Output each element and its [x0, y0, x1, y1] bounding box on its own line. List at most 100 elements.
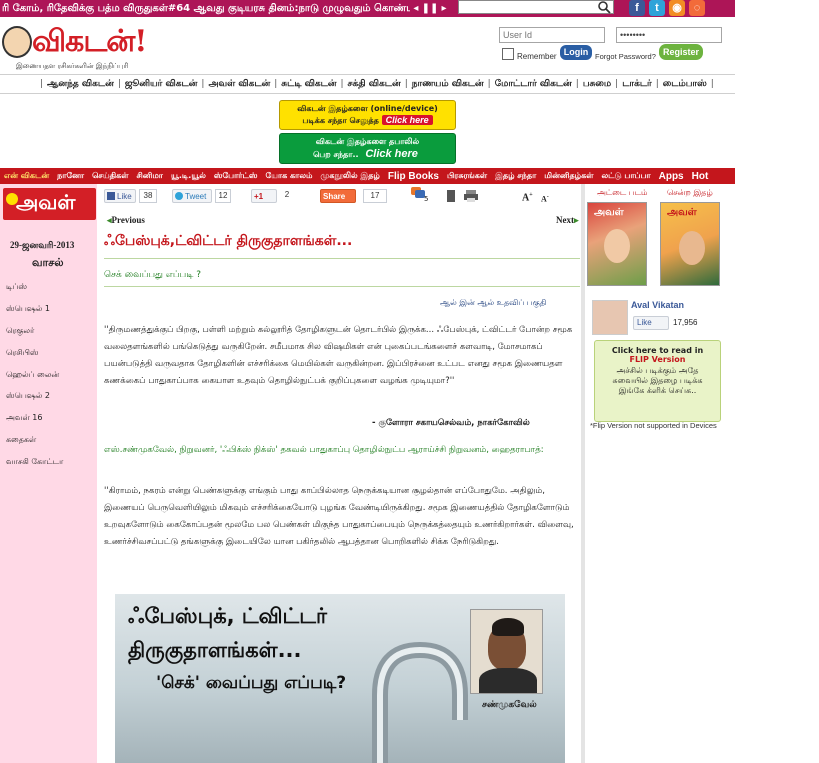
fb-page-like-button[interactable]: Like	[633, 316, 669, 330]
print-icon[interactable]	[463, 189, 479, 203]
login-button[interactable]: Login	[560, 45, 592, 60]
search-icon[interactable]	[597, 0, 611, 14]
logo-tagline: இணையதள ரசிகர்களின் இந்நிப்புரி	[16, 62, 129, 70]
nav-item[interactable]: பிரசுரங்கள்	[443, 171, 491, 181]
flip-version-promo[interactable]: Click here to read in FLIP Version அச்சி…	[594, 340, 721, 422]
aval-logo-text[interactable]: அவள்	[16, 190, 75, 217]
nav-item[interactable]: இதழ் சந்தா	[491, 171, 540, 181]
main-nav: என் விகடன் நானோ செய்திகள் சினிமா யூ.டி.ய…	[0, 168, 735, 184]
fb-page-name[interactable]: Aval Vikatan	[631, 300, 684, 310]
forgot-password-link[interactable]: Forgot Password?	[595, 52, 656, 61]
mag-link[interactable]: ஜூனியர் விகடன்	[123, 79, 200, 89]
nav-item[interactable]: ஸ்போர்ட்ஸ்	[210, 171, 262, 181]
sidebar-item[interactable]: ஸ்பெஷல் 1	[6, 304, 50, 314]
sidebar-item[interactable]: ரெசிபிஸ்	[6, 348, 39, 358]
flip-text: Click here to read in	[611, 346, 704, 355]
flip-note: *Flip Version not supported in Devices	[590, 421, 717, 430]
mag-link[interactable]: மோட்டார் விகடன்	[493, 79, 574, 89]
image-headline: திருகுதாளங்கள்...	[128, 638, 302, 662]
nav-item[interactable]: லட்டு பாப்பா	[597, 171, 654, 181]
gplus-button[interactable]: +1	[251, 189, 277, 203]
flip-text: இங்கே க்ளிக் செய்க..	[618, 386, 697, 395]
sidebar-item[interactable]: அவள் 16	[6, 413, 43, 423]
nav-item[interactable]: செய்திகள்	[88, 171, 132, 181]
ticker-text[interactable]: ரி கோம், ரிதேவிக்கு பத்ம விருதுகள்#64 ஆவ…	[0, 3, 410, 15]
font-size-icon[interactable]: A+	[522, 192, 533, 203]
tweet-button[interactable]: Tweet	[172, 189, 212, 203]
facebook-icon	[107, 192, 115, 200]
nav-item[interactable]: யோக காலம்	[261, 171, 316, 181]
issue-date: 29-ஜனவரி-2013	[10, 240, 75, 250]
padlock-icon	[372, 641, 468, 763]
reader-question: ''திருமணத்துக்குப் பிறகு, பள்ளி மற்றும் …	[104, 325, 573, 386]
sidebar-item[interactable]: வாசகி கோட்டா	[6, 457, 63, 467]
wifi-icon[interactable]: ◌	[689, 0, 705, 16]
nav-item[interactable]: Hot	[688, 171, 713, 182]
remember-checkbox[interactable]	[502, 48, 514, 60]
facebook-icon[interactable]: f	[629, 0, 645, 16]
divider	[104, 286, 580, 287]
bookmark-icon[interactable]	[447, 190, 455, 202]
mag-link[interactable]: டைம்பாஸ்	[661, 79, 709, 89]
comments-count: 5	[424, 195, 429, 203]
banner-text: விகடன் இதழ்களை (online/device)	[297, 104, 438, 113]
share-button[interactable]: Share	[320, 189, 356, 203]
facebook-like-button[interactable]: Like	[104, 189, 136, 203]
banner-text: படிக்க சந்தா செலுத்த	[302, 116, 379, 125]
previous-issue-image[interactable]: அவள்	[660, 202, 720, 286]
mag-link[interactable]: சுட்டி விகடன்	[279, 79, 338, 89]
mag-link[interactable]: நாணயம் விகடன்	[410, 79, 486, 89]
fb-page-thumbnail[interactable]	[592, 300, 628, 335]
nav-item[interactable]: சினிமா	[132, 171, 166, 181]
click-here-button[interactable]: Click here	[381, 115, 433, 125]
register-button[interactable]: Register	[659, 44, 703, 60]
click-here-button[interactable]: Click here	[361, 148, 422, 160]
banner-text: விகடன் இதழ்களை தபாலில்	[315, 137, 420, 146]
divider	[0, 93, 735, 94]
site-logo[interactable]: விகடன்!	[32, 24, 147, 63]
image-subheadline: 'செக்' வைப்பது எப்படி?	[156, 673, 347, 693]
divider	[0, 74, 735, 75]
post-subscribe-banner[interactable]: விகடன் இதழ்களை தபாலில் பெற சந்தா.. Click…	[279, 133, 456, 164]
reader-name: - குளோரா சகாயசெல்வம், நாகர்கோவில்	[372, 418, 530, 428]
tweet-label: Tweet	[185, 191, 207, 201]
previous-link[interactable]: ◂Previous	[107, 215, 145, 226]
nav-item[interactable]: யூ.டி.யூல்	[167, 171, 210, 181]
divider	[104, 258, 580, 259]
mag-link[interactable]: ஆனந்த விகடன்	[45, 79, 116, 89]
sidebar-item[interactable]: டிப்ஸ்	[6, 282, 27, 292]
expert-intro: எஸ்.சண்முகவேல், நிறுவனர், 'ஃபிக்ஸ் நிக்ஸ…	[104, 445, 544, 455]
mag-link[interactable]: டாக்டர்	[620, 79, 654, 89]
cover-image[interactable]: அவள்	[587, 202, 647, 286]
flip-text: சுவையில் இதழை படிக்க	[612, 376, 703, 385]
nav-item[interactable]: முகநூலில் இதழ்	[316, 171, 383, 181]
fb-page-like-count: 17,956	[673, 318, 698, 327]
userid-input[interactable]	[499, 27, 605, 43]
mag-link[interactable]: சக்தி விகடன்	[346, 79, 403, 89]
sidebar-item[interactable]: ரெகுலர்	[6, 326, 34, 336]
magazine-nav: | ஆனந்த விகடன் | ஜூனியர் விகடன் | அவள் விகடன்…	[40, 79, 714, 89]
next-link[interactable]: Next▸	[556, 215, 579, 226]
sidebar-item[interactable]: ஸ்பெஷல் 2	[6, 391, 50, 401]
online-subscribe-banner[interactable]: விகடன் இதழ்களை (online/device) படிக்க சந…	[279, 100, 456, 130]
flip-text: அச்சில் படிக்கும் அதே	[616, 366, 699, 375]
ticker-controls[interactable]: ◂ ❚❚ ▸	[410, 3, 450, 14]
search-input[interactable]	[458, 0, 614, 14]
logo-mascot-icon	[2, 26, 32, 58]
nav-item[interactable]: Flip Books	[384, 171, 443, 182]
mag-link[interactable]: பசுமை	[581, 79, 613, 89]
font-size-icon[interactable]: A-	[541, 194, 549, 204]
sidebar-item[interactable]: ஹெல்ப் லைன்	[6, 370, 59, 380]
mag-link[interactable]: அவள் விகடன்	[206, 79, 272, 89]
password-input[interactable]	[616, 27, 722, 43]
share-count: 17	[363, 189, 387, 203]
nav-item[interactable]: மின்னிதழ்கள்	[540, 171, 597, 181]
nav-item[interactable]: நானோ	[53, 171, 88, 181]
nav-item[interactable]: என் விகடன்	[0, 171, 53, 181]
sidebar-item[interactable]: கதைகள்	[6, 435, 36, 445]
like-label: Like	[117, 191, 132, 201]
like-count: 38	[139, 189, 157, 203]
nav-item[interactable]: Apps	[655, 171, 688, 182]
rss-icon[interactable]: ◉	[669, 0, 685, 16]
twitter-icon[interactable]: t	[649, 0, 665, 16]
